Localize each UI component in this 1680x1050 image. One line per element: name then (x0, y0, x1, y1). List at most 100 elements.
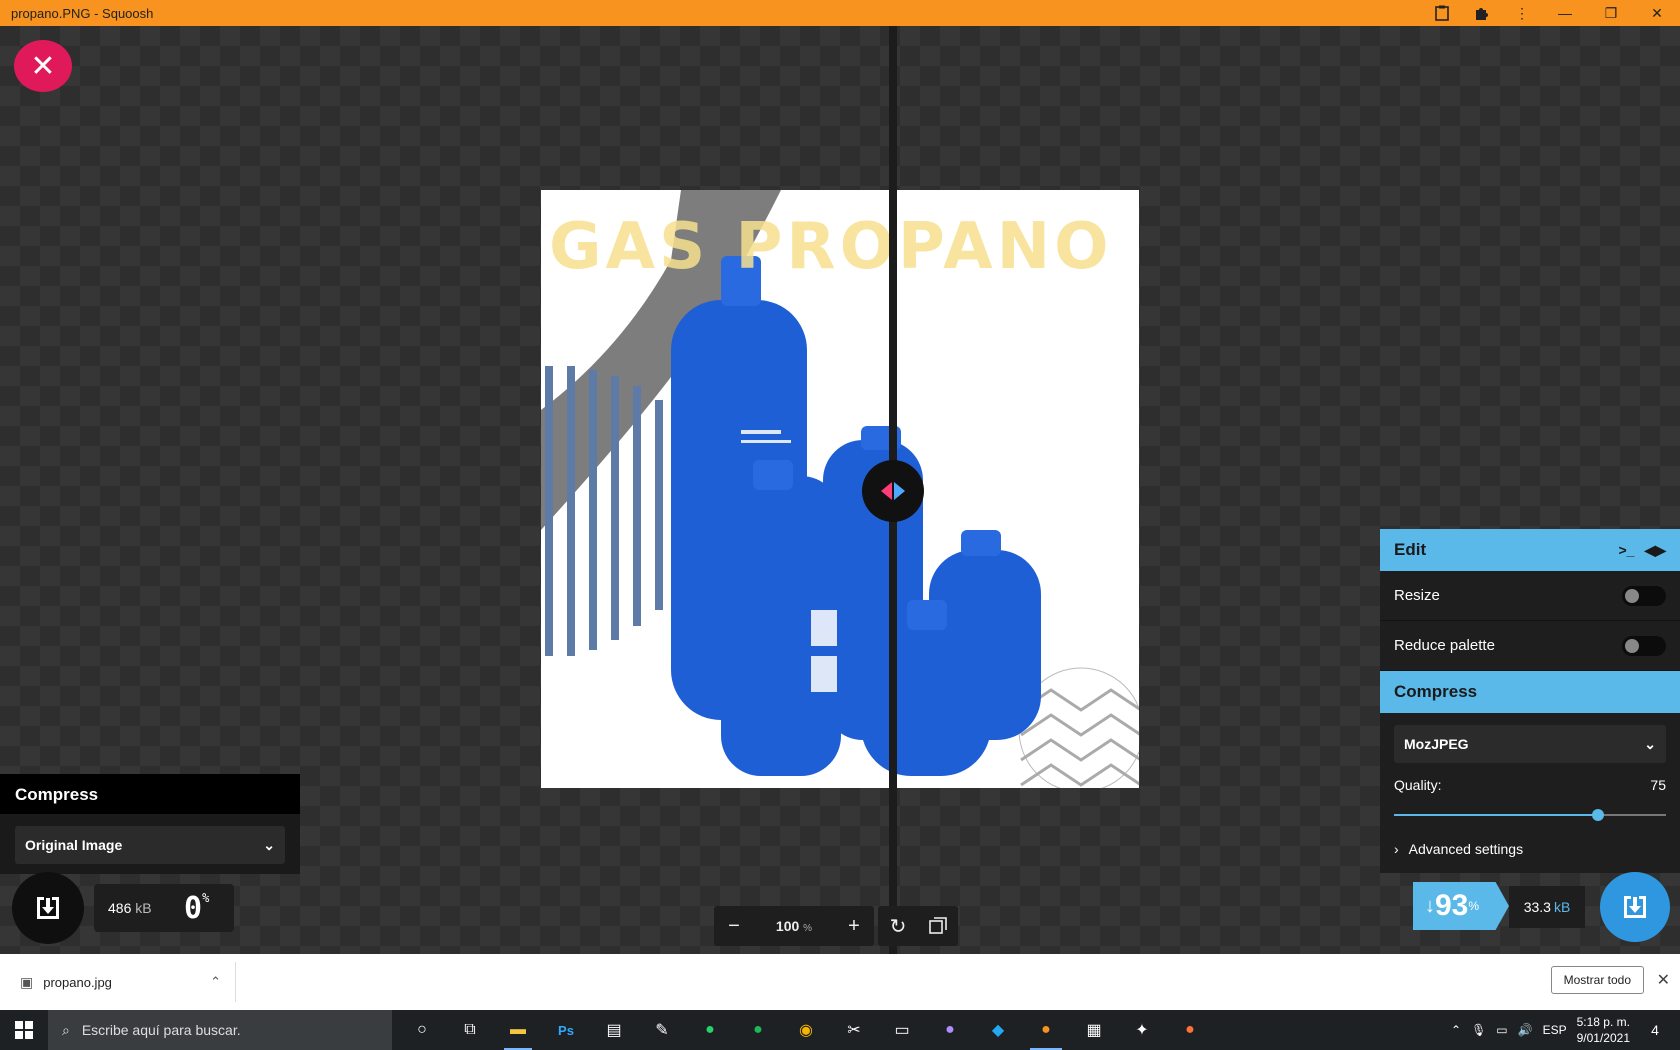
minimize-button[interactable]: — (1542, 0, 1588, 26)
download-bar: ▣ propano.jpg ⌃ Mostrar todo ✕ (0, 954, 1680, 1010)
window-title: propano.PNG - Squoosh (11, 5, 154, 21)
maximize-button[interactable]: ❐ (1588, 0, 1634, 26)
quality-slider-rest (1598, 814, 1666, 816)
paint-icon[interactable]: ✎ (638, 1010, 686, 1050)
original-size-info: 486 kB 0% (94, 884, 234, 932)
left-compress-panel: Compress Original Image ⌄ (0, 774, 300, 874)
edit-header: Edit >_ ◀▶ (1380, 529, 1680, 571)
close-icon: ✕ (30, 49, 56, 83)
download-compressed-button[interactable] (1600, 872, 1670, 942)
zoom-out-button[interactable]: − (714, 906, 754, 946)
file-icon: ▣ (20, 973, 34, 990)
chevron-up-icon[interactable]: ⌃ (1451, 1023, 1461, 1037)
clock-time: 5:18 p. m. (1576, 1015, 1630, 1029)
chrome-icon[interactable]: ◉ (782, 1010, 830, 1050)
store-icon[interactable]: ▤ (590, 1010, 638, 1050)
resize-toggle[interactable] (1622, 585, 1666, 606)
compressed-size: 33.3 (1523, 899, 1551, 915)
result-percent-value: 93 (1435, 889, 1469, 922)
vscode-icon[interactable]: ◆ (974, 1010, 1022, 1050)
terminal-icon[interactable]: >_ (1618, 542, 1634, 559)
chevron-right-icon: › (1394, 841, 1399, 857)
clipboard-icon[interactable] (1422, 0, 1462, 26)
photoshop-icon[interactable]: Ps (542, 1010, 590, 1050)
download-icon (37, 897, 59, 919)
close-window-button[interactable]: ✕ (1634, 0, 1680, 26)
original-size: 486 (108, 900, 132, 916)
zoom-in-button[interactable]: + (834, 906, 874, 946)
clock[interactable]: 5:18 p. m. 9/01/2021 (1577, 1014, 1630, 1046)
left-compress-header: Compress (0, 774, 300, 814)
zoom-unit: % (803, 923, 813, 934)
close-download-bar-icon[interactable]: ✕ (1657, 970, 1670, 990)
whatsapp-icon[interactable]: ● (686, 1010, 734, 1050)
extension-icon[interactable] (1462, 0, 1502, 26)
firefox-icon[interactable]: ● (1166, 1010, 1214, 1050)
remote-desktop-icon[interactable]: ▦ (1070, 1010, 1118, 1050)
zoom-value: 100 (775, 918, 800, 934)
chevron-down-icon: ⌄ (263, 836, 275, 853)
original-percent-unit: % (202, 890, 210, 905)
reduce-palette-label: Reduce palette (1394, 637, 1495, 654)
close-image-button[interactable]: ✕ (14, 40, 72, 92)
microphone-icon[interactable]: 🎙 (1471, 1023, 1486, 1037)
zoom-level[interactable]: 100 % (754, 918, 834, 934)
search-icon: ⌕ (62, 1021, 70, 1038)
edit-header-title: Edit (1394, 540, 1427, 559)
original-percent: 0 (184, 890, 203, 926)
compression-result-percent: ↓ 93 % (1413, 882, 1509, 930)
windows-start-icon[interactable] (0, 1010, 48, 1050)
quality-slider-track (1394, 814, 1598, 816)
right-options-panel: Edit >_ ◀▶ Resize Reduce palette Compres… (1380, 529, 1680, 873)
advanced-settings-label: Advanced settings (1408, 841, 1524, 857)
chevron-down-icon: ⌄ (1644, 735, 1656, 752)
download-icon (1624, 896, 1646, 918)
result-percent-unit: % (1468, 899, 1480, 913)
left-codec-value: Original Image (25, 837, 123, 853)
resize-label: Resize (1394, 587, 1440, 604)
task-view-icon[interactable]: ⧉ (446, 1010, 494, 1050)
arrow-left-icon (881, 482, 892, 500)
cortana-icon[interactable]: ○ (398, 1010, 446, 1050)
network-icon[interactable]: ▭ (1496, 1023, 1507, 1037)
advanced-settings-toggle[interactable]: › Advanced settings (1380, 823, 1680, 857)
more-icon[interactable]: ⋮ (1502, 0, 1542, 26)
language-indicator[interactable]: ESP (1543, 1023, 1567, 1037)
image-stage[interactable]: ✕ GAS PROPANO Compress Original Image ⌄ … (0, 26, 1680, 954)
codec-value: MozJPEG (1404, 736, 1469, 752)
taskbar-search-placeholder: Escribe aquí para buscar. (81, 1022, 241, 1038)
notification-center-icon[interactable]: 4 (1640, 1022, 1670, 1038)
toggle-background-button[interactable] (918, 906, 958, 946)
quality-value[interactable]: 75 (1650, 777, 1666, 793)
notification-count: 4 (1651, 1022, 1659, 1038)
file-explorer-icon[interactable]: ▬ (494, 1010, 542, 1050)
snipping-icon[interactable]: ✂ (830, 1010, 878, 1050)
compare-slider-handle[interactable] (862, 460, 924, 522)
taskbar-search[interactable]: ⌕ Escribe aquí para buscar. (48, 1010, 392, 1050)
quality-slider-thumb[interactable] (1592, 809, 1604, 821)
swap-sides-icon[interactable]: ◀▶ (1644, 542, 1666, 559)
left-codec-select[interactable]: Original Image ⌄ (15, 826, 285, 864)
chevron-up-icon[interactable]: ⌃ (210, 974, 221, 990)
preview-image: GAS PROPANO (541, 190, 1139, 788)
squoosh-app-icon[interactable]: ● (1022, 1010, 1070, 1050)
zoom-toolbar: − 100 % + ↻ (714, 906, 958, 946)
quality-label: Quality: (1394, 777, 1442, 793)
terminal-app-icon[interactable]: ▭ (878, 1010, 926, 1050)
reduce-palette-toggle[interactable] (1622, 635, 1666, 656)
volume-icon[interactable]: 🔊 (1518, 1023, 1533, 1037)
quality-slider[interactable] (1394, 807, 1666, 823)
show-all-button[interactable]: Mostrar todo (1550, 966, 1644, 994)
compress-header: Compress (1380, 671, 1680, 713)
download-original-button[interactable] (12, 872, 84, 944)
taskbar: ⌕ Escribe aquí para buscar. ○ ⧉ ▬ Ps ▤ ✎… (0, 1010, 1680, 1050)
spotify-icon[interactable]: ● (734, 1010, 782, 1050)
rotate-button[interactable]: ↻ (878, 906, 918, 946)
down-arrow-icon: ↓ (1425, 894, 1435, 917)
github-icon[interactable]: ● (926, 1010, 974, 1050)
codec-select[interactable]: MozJPEG ⌄ (1394, 725, 1666, 763)
compress-header-title: Compress (1394, 682, 1478, 701)
paint3d-icon[interactable]: ✦ (1118, 1010, 1166, 1050)
reduce-palette-option: Reduce palette (1380, 621, 1680, 671)
downloaded-file-item[interactable]: ▣ propano.jpg ⌃ (0, 962, 236, 1002)
